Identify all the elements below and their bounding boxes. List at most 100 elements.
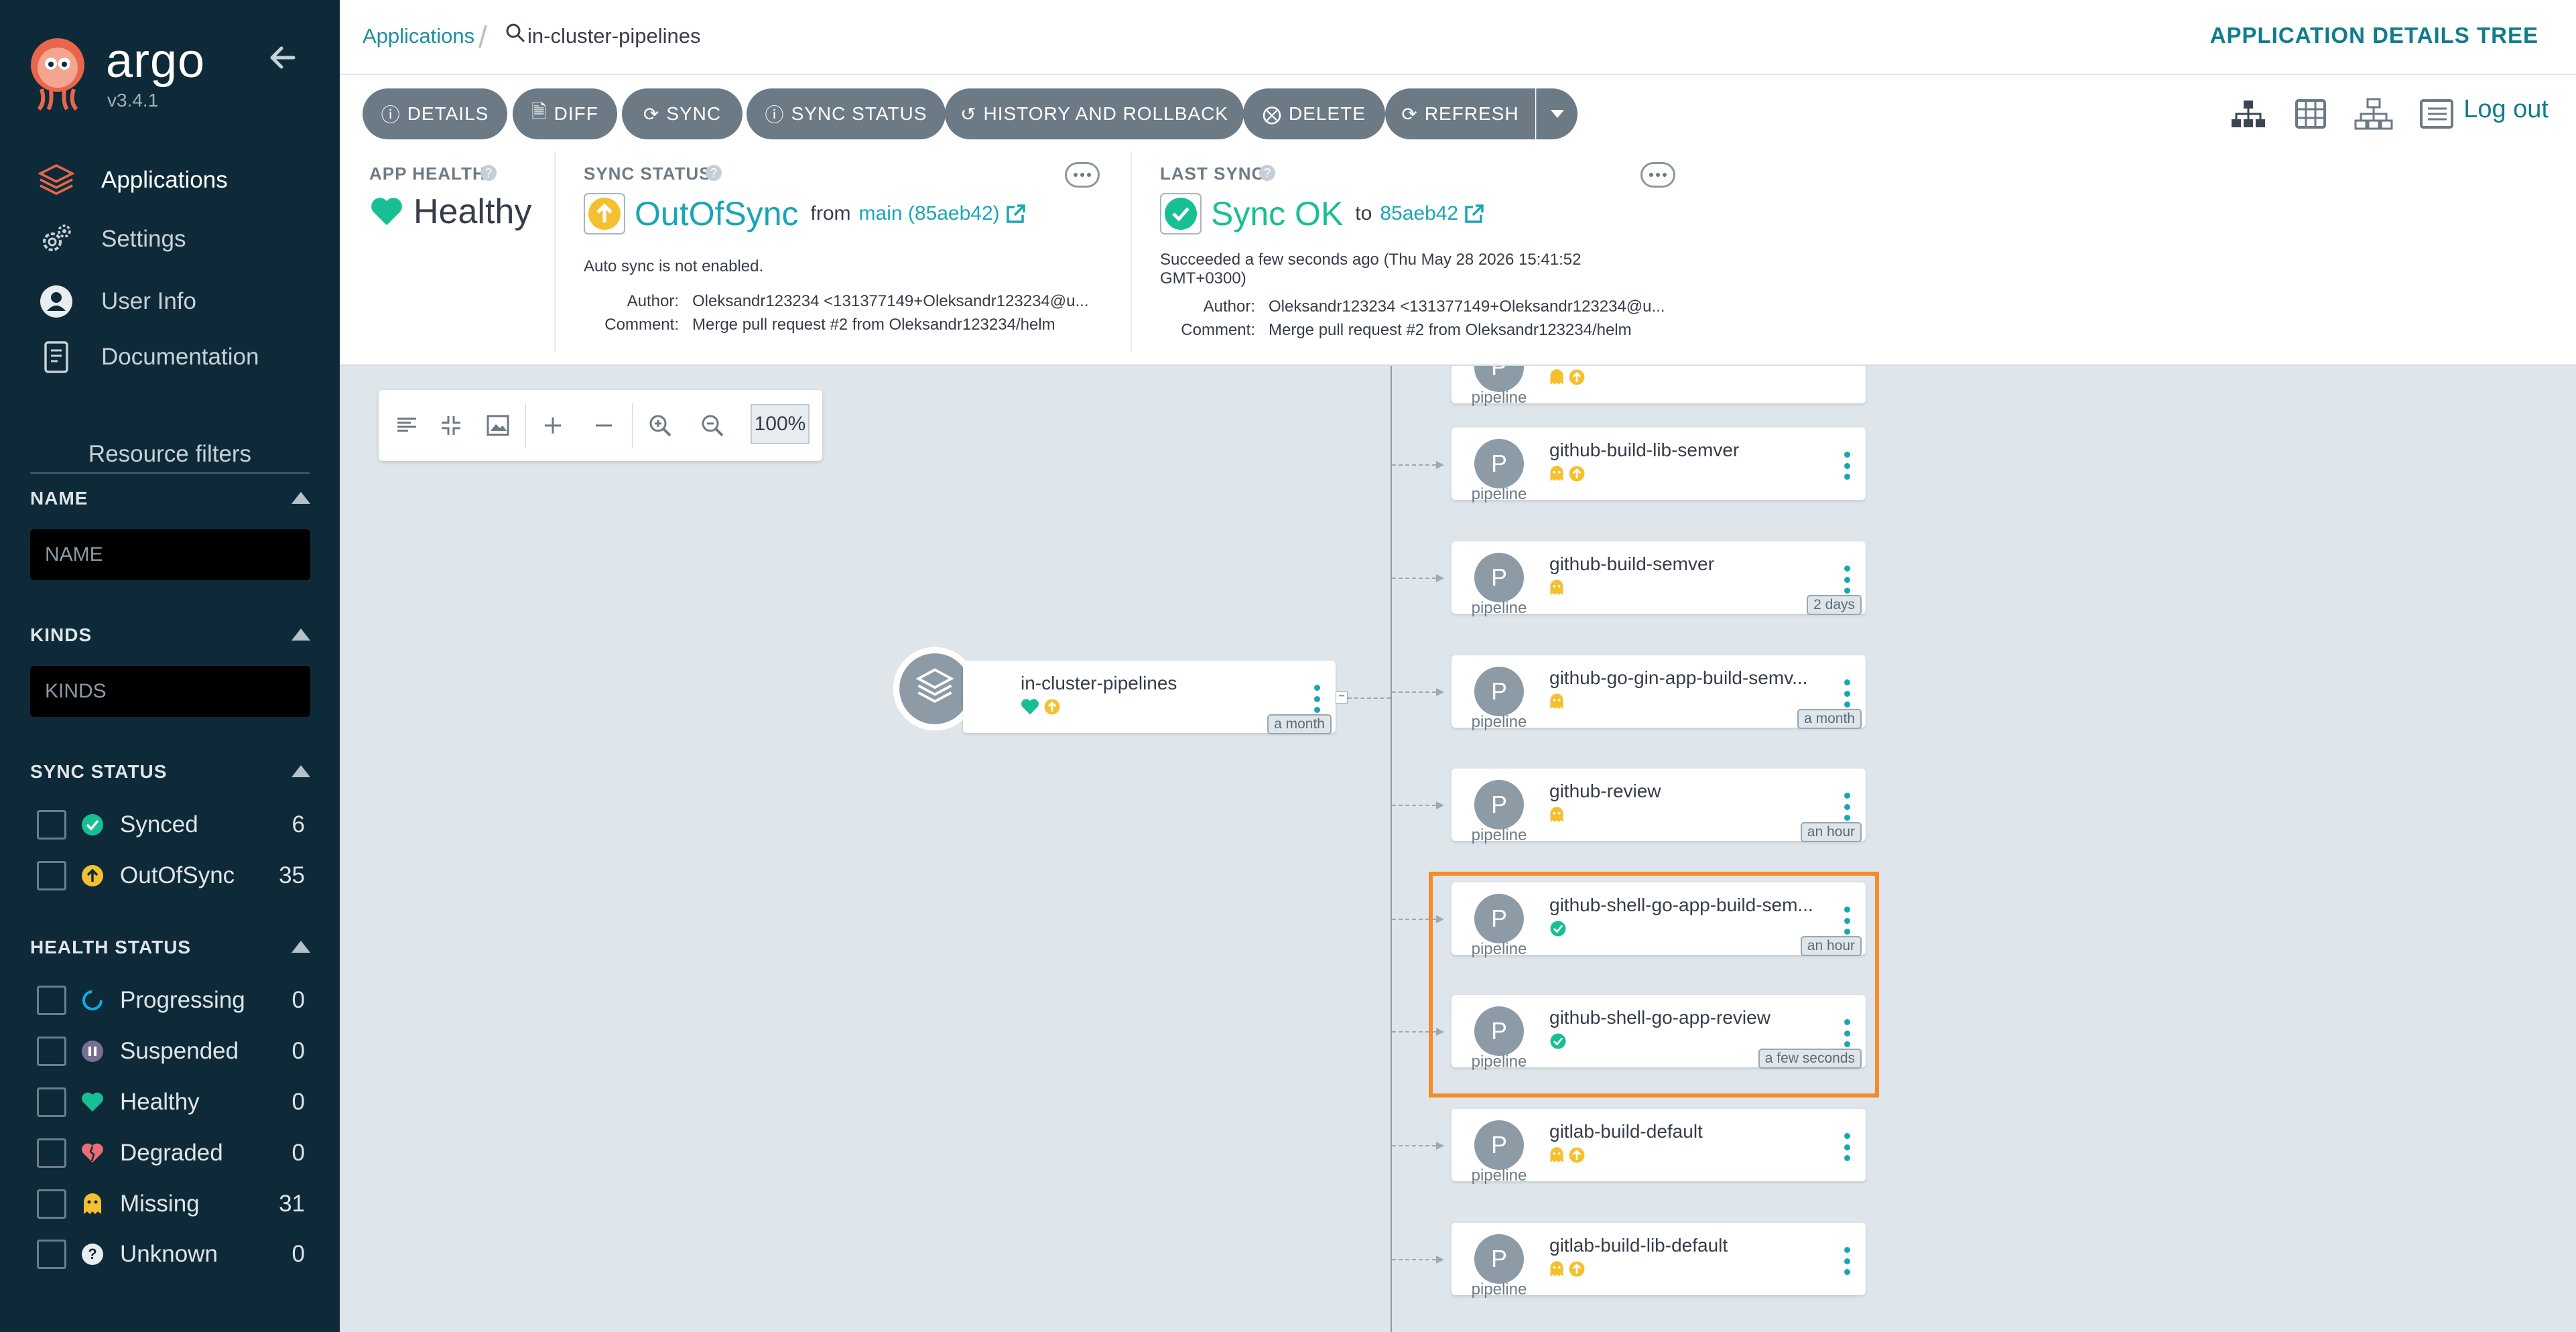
checkbox[interactable] [37, 986, 66, 1015]
checkbox[interactable] [37, 1037, 66, 1066]
breadcrumb-applications-link[interactable]: Applications [363, 24, 474, 48]
tree-connector-line [1391, 366, 1392, 1332]
node-kind: pipeline [1471, 826, 1527, 844]
node-name: github-build-lib-semver [1549, 440, 1740, 460]
more-options-button[interactable] [1065, 162, 1100, 188]
filter-label: Unknown [120, 1241, 218, 1267]
external-link-icon[interactable] [1005, 203, 1027, 224]
help-icon[interactable]: ? [1259, 165, 1275, 181]
help-icon[interactable]: ? [480, 165, 497, 181]
checkbox[interactable] [37, 861, 66, 890]
refresh-button[interactable]: ⟳ REFRESH [1385, 88, 1535, 139]
zoom-out-icon[interactable] [699, 412, 726, 439]
name-filter-input[interactable] [30, 529, 310, 580]
collapse-sidebar-icon[interactable] [267, 42, 299, 74]
sync-button[interactable]: ⟳ SYNC [622, 88, 743, 139]
resource-node[interactable]: P pipeline github-review an hour [1452, 769, 1866, 844]
revision-link[interactable]: 85aeb42 [1380, 202, 1458, 225]
outofsync-arrow-icon [1569, 466, 1585, 482]
outofsync-arrow-icon [1569, 1147, 1585, 1163]
collapse-caret-icon[interactable] [292, 492, 310, 504]
node-menu-button[interactable] [1844, 1247, 1851, 1275]
kinds-filter-input[interactable] [30, 666, 310, 717]
outofsync-arrow-icon [584, 193, 625, 235]
resource-node[interactable]: P pipeline gitlab-build-lib-default [1452, 1223, 1866, 1298]
nav-documentation[interactable]: Documentation [37, 334, 259, 381]
filter-healthy[interactable]: Healthy 0 [37, 1082, 305, 1122]
history-rollback-button[interactable]: ↺ HISTORY AND ROLLBACK [945, 88, 1244, 139]
checkbox[interactable] [37, 810, 66, 840]
expand-all-icon[interactable] [539, 412, 566, 439]
collapse-all-icon[interactable] [590, 412, 617, 439]
node-age-badge: 2 days [1807, 595, 1862, 615]
nav-settings[interactable]: Settings [37, 216, 186, 263]
collapse-caret-icon[interactable] [292, 765, 310, 777]
collapse-caret-icon[interactable] [292, 628, 310, 641]
refresh-dropdown-button[interactable] [1536, 88, 1577, 139]
delete-button[interactable]: ⨂ DELETE [1243, 88, 1385, 139]
align-left-icon[interactable] [393, 412, 420, 439]
checkbox[interactable] [37, 1087, 66, 1117]
node-name: github-review [1549, 781, 1661, 801]
node-status-icons [1549, 1146, 1586, 1164]
collapse-caret-icon[interactable] [292, 941, 310, 953]
compact-icon[interactable] [438, 412, 464, 439]
top-bar: Applications / in-cluster-pipelines APPL… [340, 0, 2576, 75]
filter-suspended[interactable]: Suspended 0 [37, 1031, 305, 1071]
search-icon[interactable] [504, 21, 527, 44]
checkbox[interactable] [37, 1189, 66, 1219]
nav-user-info[interactable]: User Info [37, 278, 196, 325]
node-menu-button[interactable] [1844, 452, 1851, 480]
filter-synced[interactable]: Synced 6 [37, 805, 305, 845]
filter-count: 6 [292, 811, 305, 838]
resource-node-partial[interactable]: P pipeline [1452, 366, 1866, 407]
argo-logo-icon [31, 38, 84, 111]
node-menu-button[interactable] [1844, 1133, 1851, 1161]
node-name: gitlab-build-default [1549, 1121, 1703, 1142]
sync-status-button[interactable]: ⓘ SYNC STATUS [747, 88, 946, 139]
grid-view-icon[interactable] [2290, 95, 2331, 133]
checkbox[interactable] [37, 1138, 66, 1168]
filter-progressing[interactable]: Progressing 0 [37, 980, 305, 1020]
resource-node[interactable]: P pipeline github-go-gin-app-build-semv.… [1452, 655, 1866, 731]
help-icon[interactable]: ? [706, 165, 722, 181]
node-menu-button[interactable] [1844, 793, 1851, 821]
filter-outofsync[interactable]: OutOfSync 35 [37, 856, 305, 896]
resource-node[interactable]: P pipeline github-build-lib-semver [1452, 427, 1866, 503]
pipeline-kind-icon: P [1474, 667, 1524, 716]
node-menu-button[interactable] [1844, 565, 1851, 594]
resource-node[interactable]: P pipeline github-build-semver 2 days [1452, 541, 1866, 617]
sync-status-label: SYNC STATUS [584, 163, 712, 184]
details-button[interactable]: ⓘ DETAILS [363, 88, 507, 139]
filter-unknown[interactable]: ? Unknown 0 [37, 1234, 305, 1274]
node-menu-button[interactable] [1314, 685, 1321, 713]
node-menu-button[interactable] [1844, 679, 1851, 708]
checkbox[interactable] [37, 1240, 66, 1269]
fit-image-icon[interactable] [485, 412, 511, 439]
outofsync-arrow-icon [1569, 369, 1585, 385]
tree-view-icon[interactable] [2228, 95, 2269, 133]
nav-applications[interactable]: Applications [37, 157, 228, 204]
external-link-icon[interactable] [1464, 203, 1485, 224]
app-health-value: Healthy [369, 192, 531, 232]
app-health-label: APP HEALTH [369, 163, 486, 184]
node-status-icons [1549, 806, 1564, 823]
filter-degraded[interactable]: Degraded 0 [37, 1133, 305, 1173]
revision-link[interactable]: main (85aeb42) [859, 202, 1000, 225]
application-node[interactable]: in-cluster-pipelines a month [963, 661, 1336, 734]
collapse-node-toggle[interactable]: − [1336, 691, 1348, 704]
node-status-icons [1549, 465, 1586, 482]
outofsync-arrow-icon [1044, 699, 1060, 715]
diff-button[interactable]: 🗎 DIFF [513, 88, 617, 139]
network-view-icon[interactable] [2353, 95, 2394, 133]
node-status-icons [1021, 698, 1061, 716]
more-options-button[interactable] [1640, 162, 1675, 188]
zoom-in-icon[interactable] [647, 412, 673, 439]
degraded-broken-heart-icon [80, 1140, 105, 1166]
list-view-icon[interactable] [2416, 95, 2457, 133]
filter-count: 0 [292, 987, 305, 1013]
logout-link[interactable]: Log out [2463, 95, 2549, 124]
filter-missing[interactable]: Missing 31 [37, 1184, 305, 1224]
resource-tree-canvas[interactable]: 100% P pipeline in-cluster-pipelines a m… [340, 366, 2576, 1332]
resource-node[interactable]: P pipeline gitlab-build-default [1452, 1109, 1866, 1185]
